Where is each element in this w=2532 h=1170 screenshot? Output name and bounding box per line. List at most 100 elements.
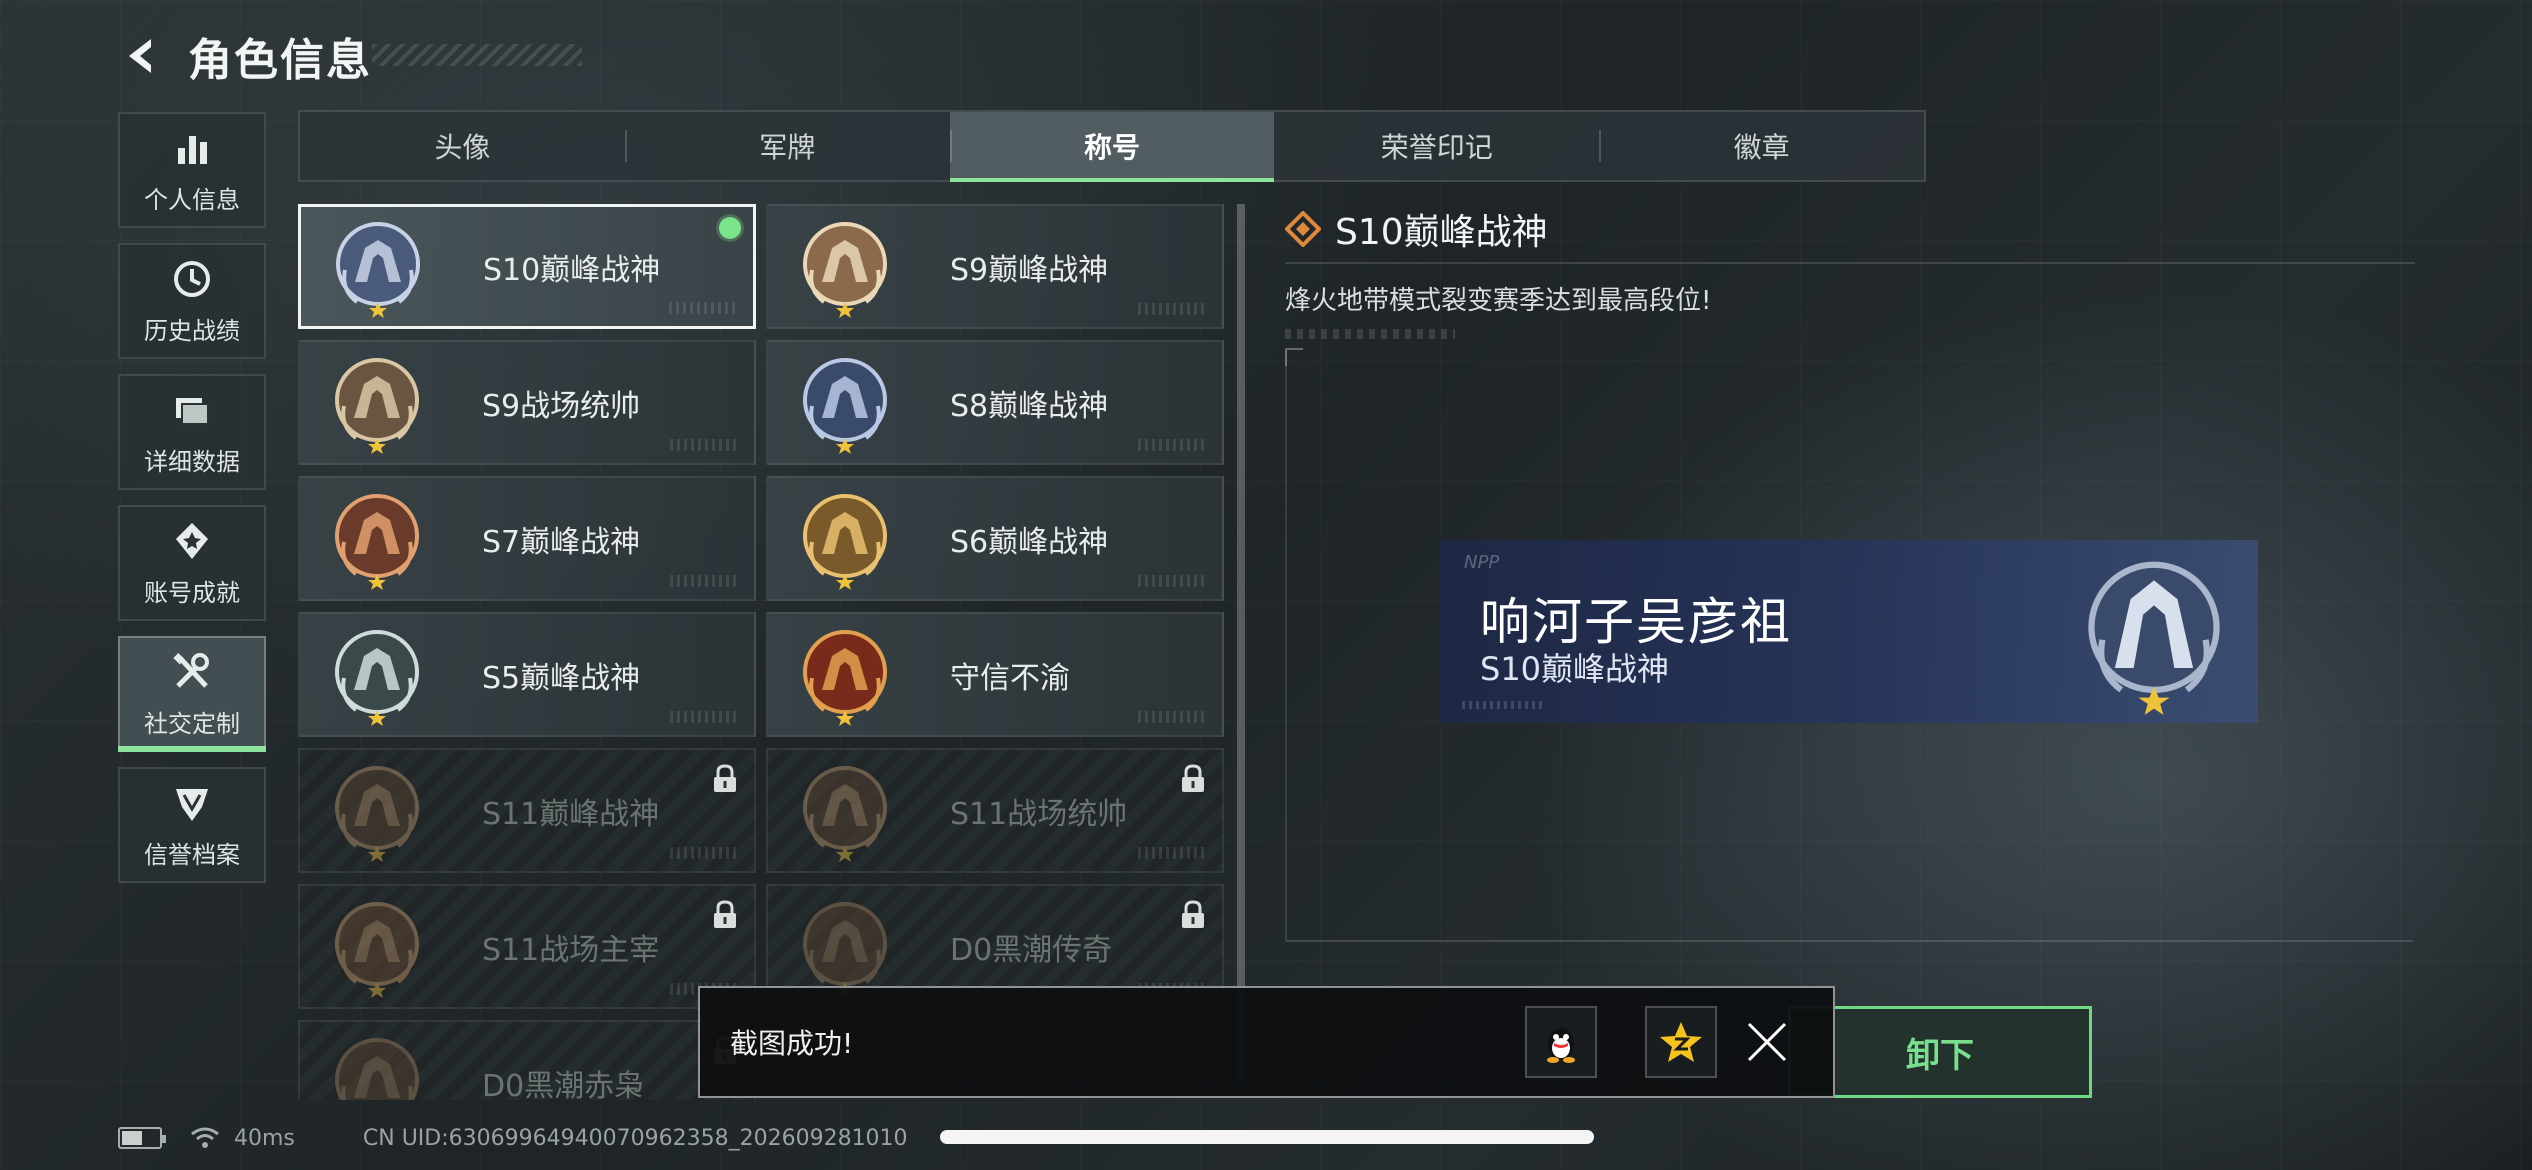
title-card[interactable]: 守信不渝 xyxy=(766,612,1224,737)
nav-item-label: 账号成就 xyxy=(144,578,240,607)
qzone-star-icon xyxy=(1660,1022,1702,1062)
tools-icon xyxy=(173,652,209,688)
plate-title: S10巅峰战神 xyxy=(1480,650,1670,688)
title-card[interactable]: D0黑潮赤枭 xyxy=(298,1020,756,1100)
title-card-name: S9巅峰战神 xyxy=(950,252,1109,288)
ping-value: 40ms xyxy=(234,1125,295,1151)
player-uid: CN UID:6306996494007096​2358_20260928101… xyxy=(362,1125,908,1151)
title-emblem-icon xyxy=(335,901,419,998)
nav-item-label: 详细数据 xyxy=(144,447,240,476)
name-plate-preview: NPP 响河子吴彦祖 S10巅峰战神 xyxy=(1440,540,2258,723)
title-card[interactable]: S10巅峰战神 xyxy=(298,204,756,329)
screenshot-toast: 截图成功! xyxy=(698,986,1835,1098)
tab-bar: 头像 军牌 称号 荣誉印记 徽章 xyxy=(298,110,1926,182)
detail-divider xyxy=(1285,262,2415,264)
plate-brand: NPP xyxy=(1464,552,1500,573)
title-grid: S10巅峰战神 S9巅峰战神 S9战场统帅 S8巅峰战神 S7巅峰战神 S6巅峰战神 S5巅… xyxy=(298,204,1224,1100)
toast-close-button[interactable] xyxy=(1737,1012,1797,1072)
title-decoration xyxy=(372,44,582,66)
nav-item-details[interactable]: 详细数据 xyxy=(118,374,266,490)
folder-icon xyxy=(176,397,209,425)
title-emblem-icon xyxy=(335,1037,419,1100)
nav-item-label: 个人信息 xyxy=(144,185,240,214)
title-card[interactable]: S7巅峰战神 xyxy=(298,476,756,601)
medal-icon xyxy=(176,522,208,559)
title-emblem-icon xyxy=(803,493,887,590)
nav-item-personal[interactable]: 个人信息 xyxy=(118,112,266,228)
clock-icon xyxy=(174,260,210,297)
title-card-name: S11战场主宰 xyxy=(482,932,660,968)
qq-penguin-icon xyxy=(1547,1028,1575,1063)
left-nav: 个人信息历史战绩详细数据账号成就社交定制信誉档案 xyxy=(118,112,266,898)
title-card-name: S5巅峰战神 xyxy=(482,660,641,696)
share-qq-button[interactable] xyxy=(1525,1006,1597,1078)
title-card-name: S10巅峰战神 xyxy=(483,252,661,288)
title-emblem-icon xyxy=(803,629,887,726)
s10-emblem-icon xyxy=(2088,561,2220,715)
wifi-icon xyxy=(191,1127,219,1148)
page-header: 角色信息 xyxy=(118,26,372,86)
battery-icon xyxy=(118,1127,166,1149)
title-emblem-icon xyxy=(803,357,887,454)
shield-icon xyxy=(176,788,208,821)
nav-item-label: 信誉档案 xyxy=(144,840,240,869)
back-arrow-icon xyxy=(129,39,151,73)
equipped-indicator xyxy=(719,217,741,239)
back-button[interactable] xyxy=(118,32,166,80)
diamond-icon xyxy=(1285,211,1321,247)
nav-item-credit[interactable]: 信誉档案 xyxy=(118,767,266,883)
nav-item-history[interactable]: 历史战绩 xyxy=(118,243,266,359)
title-emblem-icon xyxy=(335,493,419,590)
title-card[interactable]: S5巅峰战神 xyxy=(298,612,756,737)
title-card[interactable]: S8巅峰战神 xyxy=(766,340,1224,465)
title-emblem-icon xyxy=(335,629,419,726)
title-card[interactable]: S11战场统帅 xyxy=(766,748,1224,873)
detail-subtext-decoration xyxy=(1285,329,1455,339)
title-detail-panel: S10巅峰战神 烽火地带模式裂变赛季达到最高段位! xyxy=(1285,204,2415,339)
nav-item-label: 历史战绩 xyxy=(144,316,240,345)
nav-item-achievements[interactable]: 账号成就 xyxy=(118,505,266,621)
title-emblem-icon xyxy=(803,765,887,862)
nav-item-social[interactable]: 社交定制 xyxy=(118,636,266,752)
title-card-name: D0黑潮赤枭 xyxy=(482,1068,645,1101)
title-card-name: 守信不渝 xyxy=(950,660,1070,696)
title-card[interactable]: S9战场统帅 xyxy=(298,340,756,465)
scrollbar[interactable] xyxy=(1237,204,1245,1084)
detail-description: 烽火地带模式裂变赛季达到最高段位! xyxy=(1285,286,1712,316)
tab-2[interactable]: 称号 xyxy=(949,112,1275,182)
close-icon xyxy=(1747,1022,1787,1062)
title-card[interactable]: S9巅峰战神 xyxy=(766,204,1224,329)
tab-4[interactable]: 徽章 xyxy=(1599,112,1924,180)
title-card-name: S11巅峰战神 xyxy=(482,796,660,832)
tab-1[interactable]: 军牌 xyxy=(624,112,950,180)
tab-3[interactable]: 荣誉印记 xyxy=(1274,112,1599,180)
title-card-name: S11战场统帅 xyxy=(950,796,1128,832)
title-card-name: S6巅峰战神 xyxy=(950,524,1109,560)
title-emblem-icon xyxy=(335,357,419,454)
title-card[interactable]: S11巅峰战神 xyxy=(298,748,756,873)
lock-icon xyxy=(1182,900,1204,928)
title-emblem-icon xyxy=(803,901,887,998)
detail-title: S10巅峰战神 xyxy=(1335,212,1548,253)
page-title: 角色信息 xyxy=(188,35,372,86)
title-emblem-icon xyxy=(803,221,887,318)
lock-icon xyxy=(714,764,736,792)
title-card[interactable]: S11战场主宰 xyxy=(298,884,756,1009)
title-emblem-icon xyxy=(336,221,420,318)
lock-icon xyxy=(1182,764,1204,792)
tab-0[interactable]: 头像 xyxy=(300,112,625,180)
status-bar: 40ms CN UID:6306996494007096​2358_202609… xyxy=(118,1120,908,1156)
title-emblem-icon xyxy=(335,765,419,862)
bar-chart-icon xyxy=(178,135,207,164)
title-card[interactable]: S6巅峰战神 xyxy=(766,476,1224,601)
title-card-name: S8巅峰战神 xyxy=(950,388,1109,424)
plate-decoration xyxy=(1462,701,1542,709)
nav-item-label: 社交定制 xyxy=(144,709,240,738)
title-card-name: S9战场统帅 xyxy=(482,388,641,424)
title-card-name: S7巅峰战神 xyxy=(482,524,641,560)
toast-message: 截图成功! xyxy=(730,1027,854,1060)
lock-icon xyxy=(714,900,736,928)
title-card-name: D0黑潮传奇 xyxy=(950,932,1113,968)
share-qzone-button[interactable] xyxy=(1645,1006,1717,1078)
home-indicator[interactable] xyxy=(940,1130,1594,1144)
